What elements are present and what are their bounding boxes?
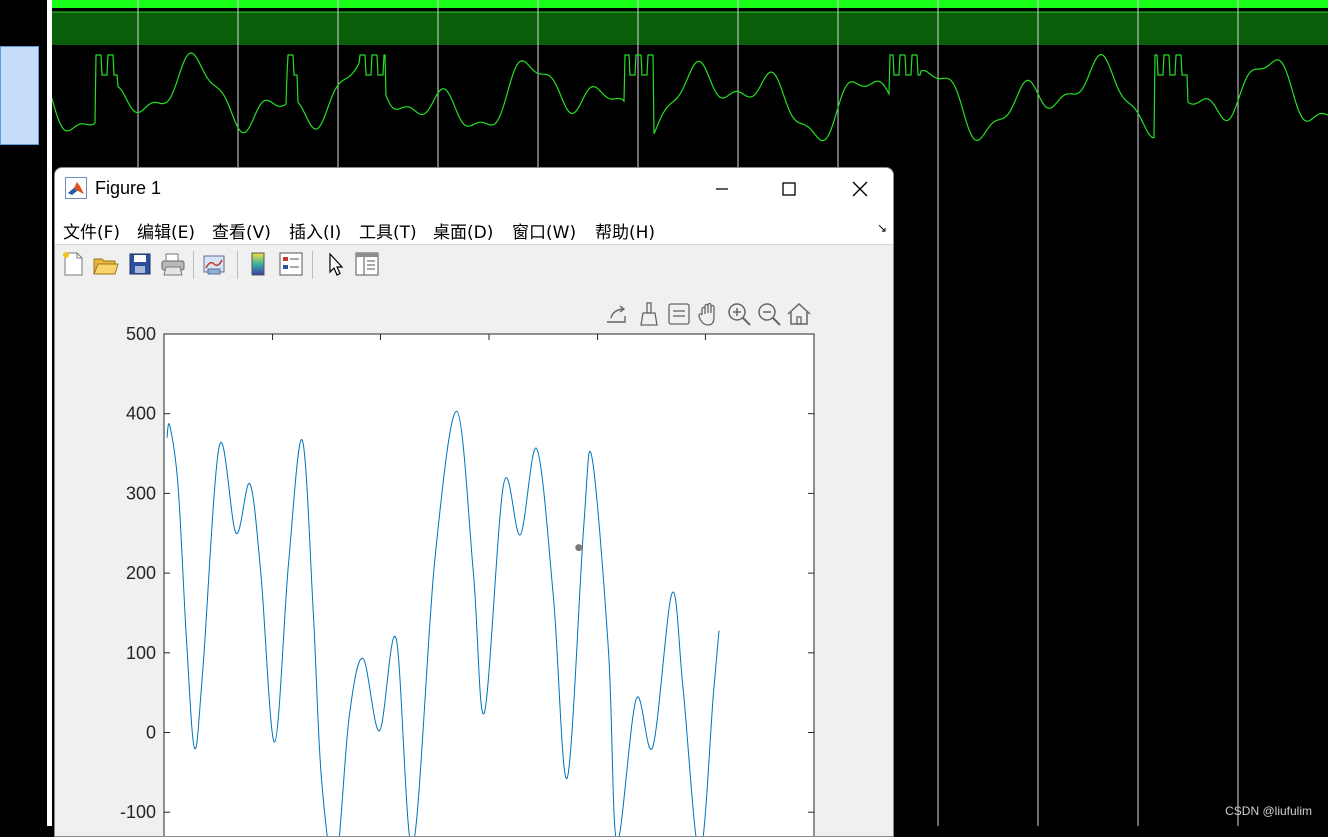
minimize-icon bbox=[716, 188, 728, 190]
y-tick-label: 100 bbox=[126, 643, 156, 663]
save-icon[interactable] bbox=[126, 250, 154, 278]
pointer-icon[interactable] bbox=[321, 250, 349, 278]
dock-arrow-icon[interactable]: ↘ bbox=[877, 221, 887, 235]
menu-bar: 文件(F) 编辑(E) 查看(V) 插入(I) 工具(T) 桌面(D) 窗口(W… bbox=[55, 210, 893, 244]
figure-toolbar bbox=[55, 244, 893, 285]
menu-tools[interactable]: 工具(T) bbox=[359, 218, 417, 243]
title-bar[interactable]: Figure 1 bbox=[55, 168, 893, 210]
matlab-logo-icon bbox=[65, 177, 87, 199]
y-tick-label: 500 bbox=[126, 324, 156, 344]
close-button[interactable] bbox=[825, 168, 893, 210]
menu-window[interactable]: 窗口(W) bbox=[512, 218, 576, 243]
cursor-marker bbox=[575, 544, 583, 552]
menu-desktop[interactable]: 桌面(D) bbox=[433, 218, 493, 243]
plot-area: -100 0 100 200 300 400 500 bbox=[55, 284, 894, 837]
link-plot-icon[interactable] bbox=[200, 250, 228, 278]
y-tick-label: 0 bbox=[146, 722, 156, 742]
left-panel-selection[interactable] bbox=[0, 46, 39, 145]
menu-file[interactable]: 文件(F) bbox=[63, 218, 120, 243]
y-tick-label: -100 bbox=[120, 802, 156, 822]
insert-legend-icon[interactable] bbox=[277, 250, 305, 278]
toolbar-separator bbox=[312, 251, 313, 279]
y-tick-label: 300 bbox=[126, 483, 156, 503]
waveform-top-bar bbox=[52, 0, 1328, 8]
menu-edit[interactable]: 编辑(E) bbox=[137, 218, 195, 243]
y-tick-label: 200 bbox=[126, 563, 156, 583]
menu-insert[interactable]: 插入(I) bbox=[289, 218, 341, 243]
minimize-button[interactable] bbox=[687, 168, 757, 210]
close-icon bbox=[852, 181, 868, 197]
maximize-icon bbox=[782, 182, 796, 196]
print-icon[interactable] bbox=[159, 250, 187, 278]
watermark: CSDN @liufulim bbox=[1225, 804, 1312, 818]
toolbar-separator bbox=[237, 251, 238, 279]
menu-view[interactable]: 查看(V) bbox=[212, 218, 271, 243]
waveform-band bbox=[52, 12, 1328, 45]
y-tick-label: 400 bbox=[126, 404, 156, 424]
maximize-button[interactable] bbox=[754, 168, 824, 210]
line-chart[interactable]: -100 0 100 200 300 400 500 bbox=[55, 284, 894, 837]
window-title: Figure 1 bbox=[95, 178, 162, 198]
vertical-divider[interactable] bbox=[47, 0, 52, 826]
figure-window: Figure 1 文件(F) 编辑(E) 查看(V) 插入(I) 工具(T) 桌… bbox=[54, 167, 894, 837]
new-figure-icon[interactable] bbox=[59, 250, 87, 278]
open-file-icon[interactable] bbox=[91, 250, 119, 278]
insert-colorbar-icon[interactable] bbox=[244, 250, 272, 278]
property-inspector-icon[interactable] bbox=[353, 250, 381, 278]
menu-help[interactable]: 帮助(H) bbox=[595, 218, 655, 243]
toolbar-separator bbox=[193, 251, 194, 279]
